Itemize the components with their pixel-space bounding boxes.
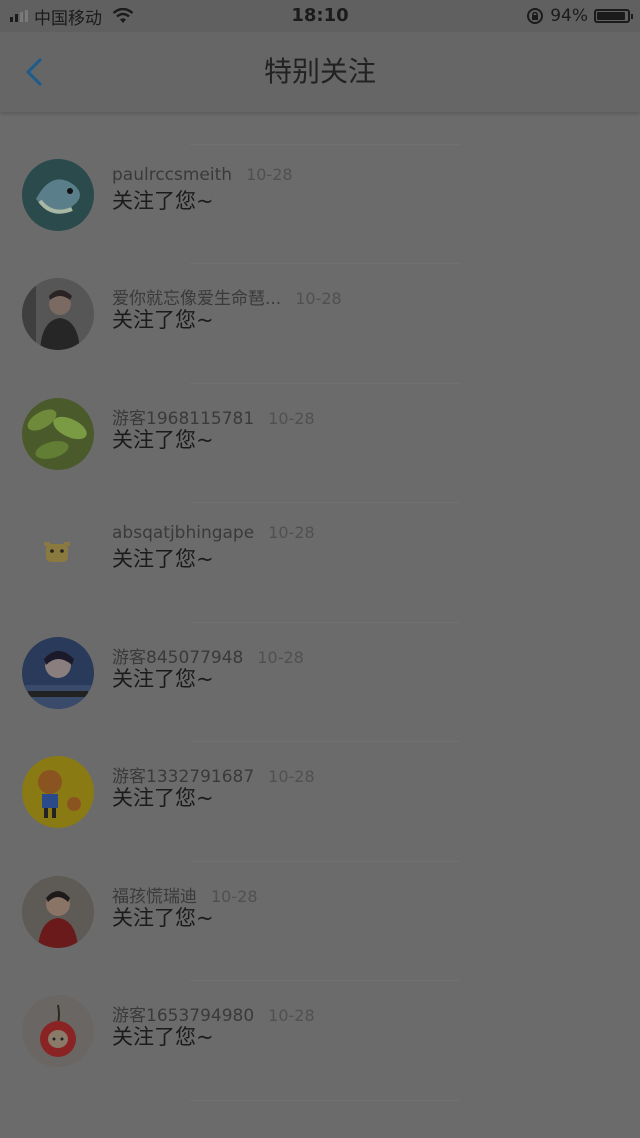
list-item[interactable]: 福孩慌瑞迪 10-28 关注了您~ <box>0 862 640 981</box>
rotation-lock-icon <box>527 8 544 24</box>
list-item[interactable]: absqatjbhingape 10-28 关注了您~ <box>0 503 640 623</box>
follow-date: 10-28 <box>268 408 315 428</box>
name-line: absqatjbhingape 10-28 <box>112 523 315 543</box>
avatar[interactable] <box>22 756 94 828</box>
list-item[interactable]: 游客1653794980 10-28 关注了您~ <box>0 981 640 1101</box>
navigation-bar: 特别关注 <box>0 32 640 112</box>
follow-message: 关注了您~ <box>112 308 214 332</box>
follow-message: 关注了您~ <box>112 905 214 930</box>
avatar[interactable] <box>22 995 94 1067</box>
follow-list: hasrrywinstuon10-28 关注了您~ paulrccsmeith1… <box>0 25 640 1101</box>
battery-level <box>597 12 626 20</box>
follow-date: 10-28 <box>295 289 342 308</box>
list-item[interactable]: 游客845077948 10-28 关注了您~ <box>0 623 640 742</box>
page-title: 特别关注 <box>263 55 376 88</box>
follow-date: 10-28 <box>268 1006 315 1025</box>
battery-icon <box>594 9 633 23</box>
name-line: paulrccsmeith 10-28 <box>112 165 293 185</box>
avatar[interactable] <box>22 278 94 350</box>
avatar[interactable] <box>22 397 94 470</box>
battery-percent: 94% <box>550 6 588 26</box>
follow-date: 10-28 <box>268 523 315 542</box>
follow-message: 关注了您~ <box>112 188 214 213</box>
avatar[interactable] <box>22 636 94 709</box>
follow-message: 关注了您~ <box>112 547 214 571</box>
list-item[interactable]: paulrccsmeith 10-28 关注了您~ <box>0 145 640 264</box>
list-item[interactable]: 游客1332791687 10-28 关注了您~ <box>0 742 640 862</box>
list-item[interactable]: 爱你就忘像爱生命琶... 10-28 关注了您~ <box>0 264 640 384</box>
user-name[interactable]: absqatjbhingape <box>112 523 254 543</box>
follow-message: 关注了您~ <box>112 427 214 452</box>
divider <box>190 1099 460 1101</box>
follow-message: 关注了您~ <box>112 786 214 810</box>
follow-date: 10-28 <box>246 164 293 184</box>
follow-message: 关注了您~ <box>112 666 214 691</box>
user-name[interactable]: paulrccsmeith <box>112 165 232 185</box>
avatar[interactable] <box>22 158 94 231</box>
avatar[interactable] <box>22 517 94 589</box>
follow-date: 10-28 <box>268 767 315 786</box>
list-item[interactable]: 游客1968115781 10-28 关注了您~ <box>0 384 640 503</box>
avatar[interactable] <box>22 875 94 948</box>
follow-message: 关注了您~ <box>112 1025 214 1049</box>
follow-date: 10-28 <box>211 886 258 906</box>
follow-date: 10-28 <box>257 647 304 667</box>
